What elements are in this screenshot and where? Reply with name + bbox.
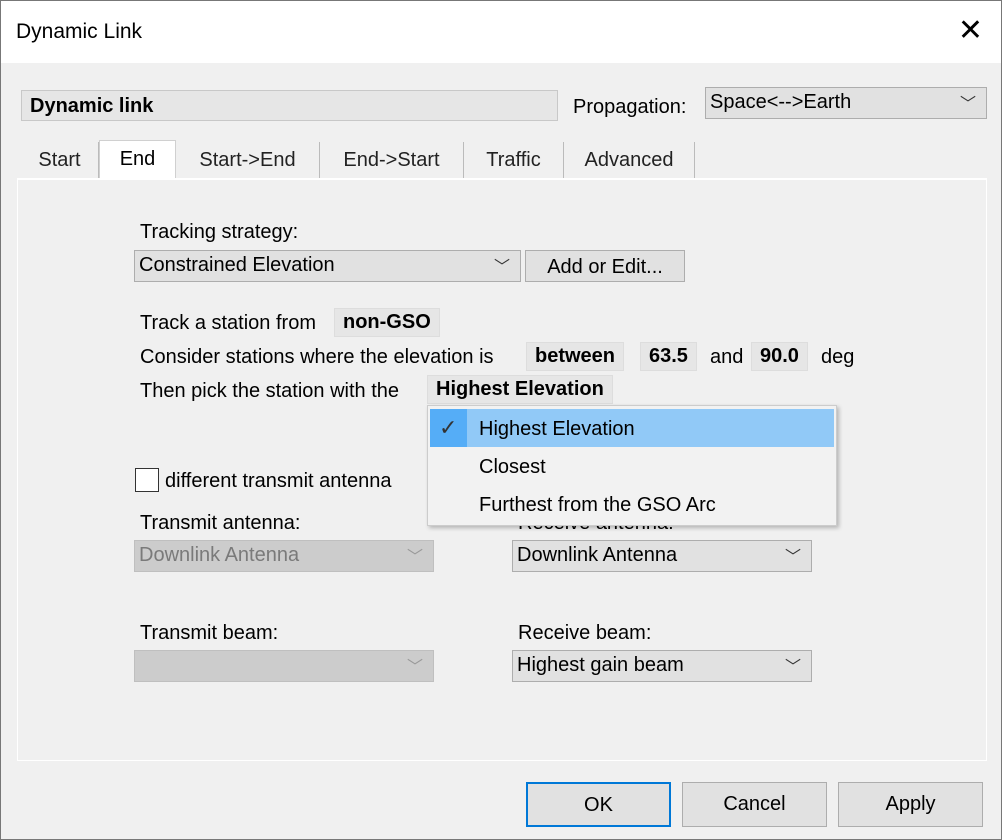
transmit-beam-label: Transmit beam: [140,622,279,644]
checkmark-icon: ✓ [430,409,467,447]
tracking-strategy-label: Tracking strategy: [140,221,299,243]
pick-dropdown-menu: ✓ Highest Elevation Closest Furthest fro… [427,405,837,526]
chevron-down-icon: ﹀ [959,96,976,113]
link-name-field[interactable]: Dynamic link [21,90,558,121]
menu-item-closest[interactable]: Closest [430,447,834,485]
dynamic-link-dialog: Dynamic Link ✕ Dynamic link Propagation:… [0,0,1002,840]
receive-antenna-select[interactable]: Downlink Antenna ﹀ [512,540,812,572]
receive-beam-select[interactable]: Highest gain beam ﹀ [512,650,812,682]
close-icon[interactable]: ✕ [958,13,983,48]
tab-start[interactable]: Start [21,142,99,178]
tracking-strategy-select[interactable]: Constrained Elevation ﹀ [134,250,521,282]
max-elevation-value[interactable]: 90.0 [751,342,808,371]
menu-item-furthest-from-gso-arc[interactable]: Furthest from the GSO Arc [430,485,834,523]
chevron-down-icon: ﹀ [784,549,801,566]
transmit-beam-select[interactable]: ﹀ [134,650,434,682]
tab-start-to-end[interactable]: Start->End [176,142,320,178]
chevron-down-icon: ﹀ [406,659,423,676]
tab-advanced[interactable]: Advanced [564,142,695,178]
menu-item-label: Furthest from the GSO Arc [479,494,716,516]
transmit-antenna-label: Transmit antenna: [140,512,301,534]
chevron-down-icon: ﹀ [493,259,510,276]
tab-traffic[interactable]: Traffic [464,142,564,178]
menu-item-highest-elevation[interactable]: ✓ Highest Elevation [430,409,834,447]
title-bar: Dynamic Link ✕ [1,1,1001,63]
track-from-text: Track a station from [140,312,316,334]
consider-text: Consider stations where the elevation is [140,346,494,368]
min-elevation-value[interactable]: 63.5 [640,342,697,371]
window-title: Dynamic Link [16,20,143,43]
tracking-strategy-value: Constrained Elevation [139,254,335,276]
and-text: and [710,346,744,368]
track-from-value[interactable]: non-GSO [334,308,440,337]
propagation-value: Space<-->Earth [710,91,852,113]
tab-end-to-start[interactable]: End->Start [320,142,464,178]
ok-button[interactable]: OK [526,782,671,827]
pick-text: Then pick the station with the [140,380,400,402]
range-mode-value[interactable]: between [526,342,625,371]
chevron-down-icon: ﹀ [784,659,801,676]
receive-antenna-value: Downlink Antenna [517,544,678,566]
propagation-select[interactable]: Space<-->Earth ﹀ [705,87,987,119]
different-transmit-antenna-checkbox[interactable] [135,468,159,492]
pick-value[interactable]: Highest Elevation [427,375,613,404]
unit-text: deg [821,346,855,368]
different-transmit-antenna-label: different transmit antenna [165,470,392,492]
receive-beam-value: Highest gain beam [517,654,684,676]
propagation-label: Propagation: [573,96,687,118]
add-or-edit-button[interactable]: Add or Edit... [525,250,685,282]
transmit-antenna-value: Downlink Antenna [139,544,300,566]
receive-beam-label: Receive beam: [518,622,652,644]
cancel-button[interactable]: Cancel [682,782,827,827]
menu-item-label: Closest [479,456,546,478]
apply-button[interactable]: Apply [838,782,983,827]
tab-end[interactable]: End [99,140,176,178]
menu-item-label: Highest Elevation [479,418,635,440]
chevron-down-icon: ﹀ [406,549,423,566]
transmit-antenna-select[interactable]: Downlink Antenna ﹀ [134,540,434,572]
